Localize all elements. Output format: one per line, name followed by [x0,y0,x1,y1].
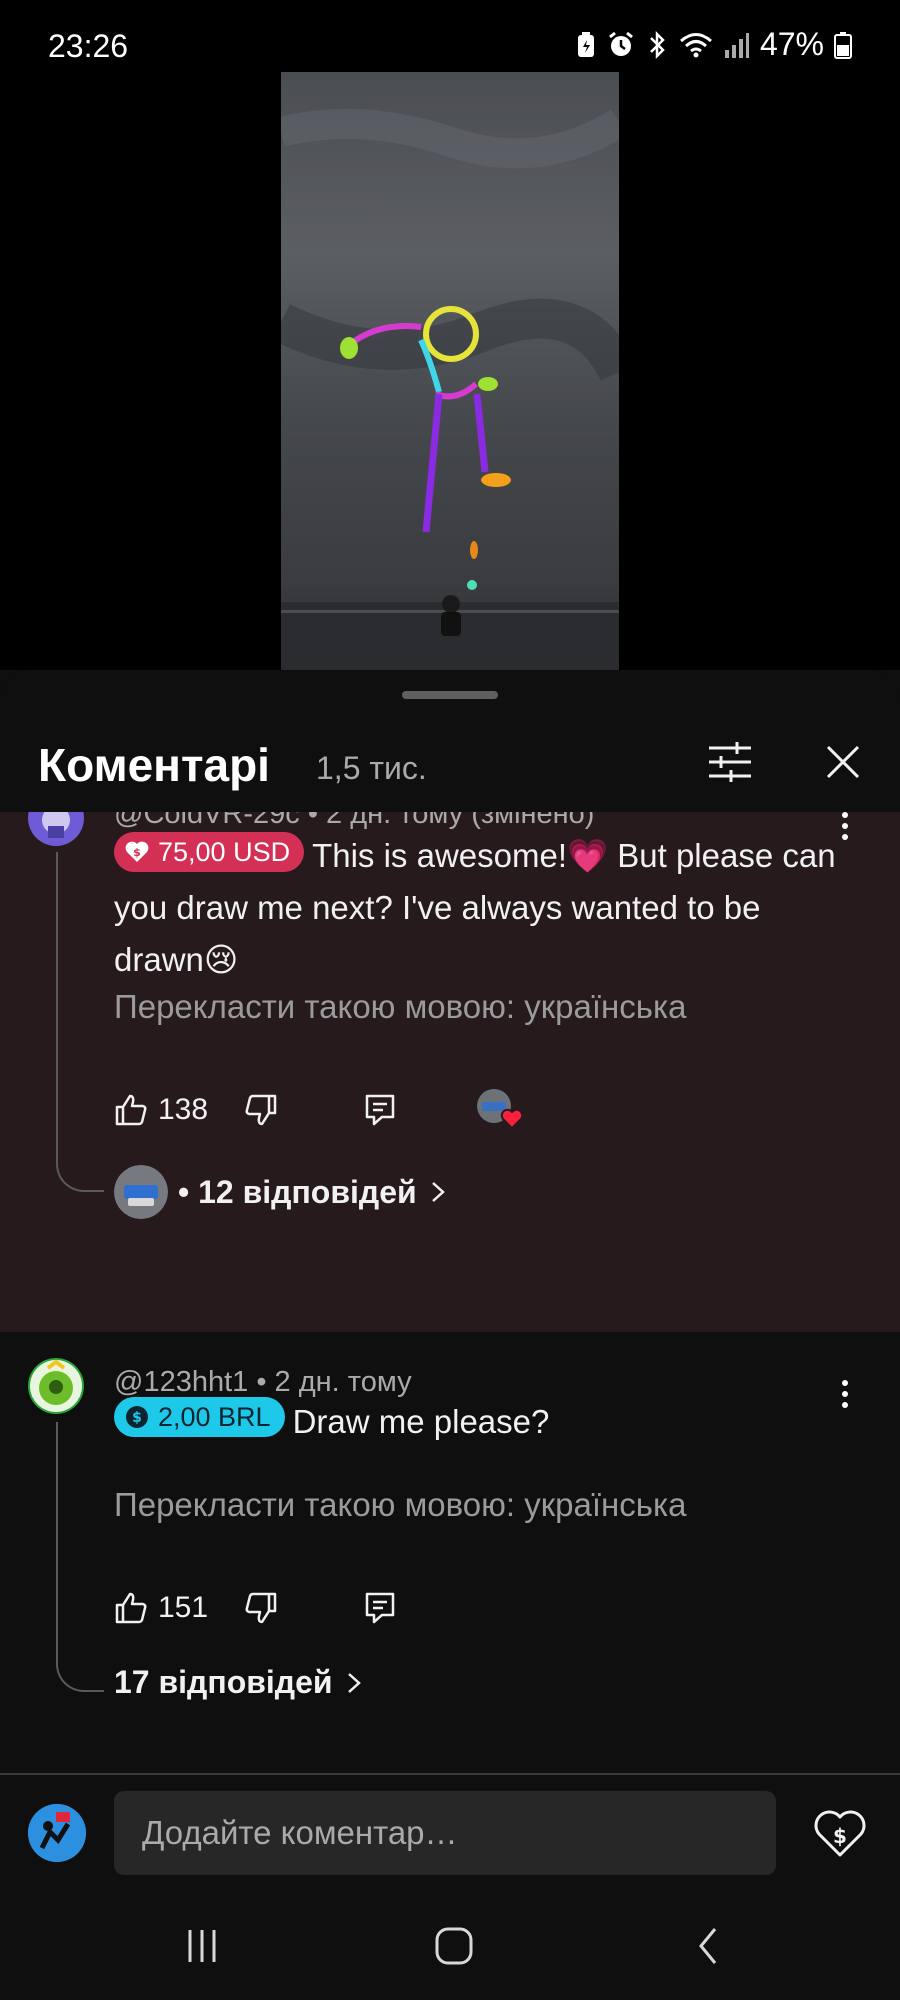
avatar-image [42,812,70,838]
svg-text:$: $ [133,846,141,859]
avatar[interactable] [28,812,84,846]
comment-thread: @ColdVR-29c • 2 дн. тому (змінено) $ 75,… [0,812,900,1332]
comment-body: $ 2,00 BRL Draw me please? [114,1396,854,1448]
svg-text:$: $ [132,1410,142,1426]
thread-line [56,852,104,1192]
like-button[interactable]: 151 [114,1586,208,1630]
creator-heart-icon [477,1089,524,1130]
back-button[interactable] [678,1921,738,1971]
super-thanks-button[interactable]: $ [810,1803,870,1863]
avatar[interactable] [28,1358,84,1414]
view-replies-button[interactable]: • 12 відповідей [114,1165,449,1219]
comment-body: $ 75,00 USD This is awesome!💗 But please… [114,830,854,986]
comment-composer: $ [0,1773,900,1893]
close-button[interactable] [813,732,873,792]
chevron-right-icon [431,1182,445,1202]
close-icon [826,745,860,779]
super-thanks-heart-icon: $ [125,841,149,862]
video-thumbnail[interactable] [281,72,619,670]
thumbs-up-icon [115,1592,147,1624]
super-thanks-icon: $ [814,1810,866,1857]
sheet-header: Коментарі 1,5 тис. [0,710,900,814]
replies-label: • 12 відповідей [178,1173,417,1210]
chevron-right-icon [347,1672,361,1693]
like-count: 138 [158,1093,209,1126]
my-avatar [28,1804,86,1862]
bluetooth-icon [650,30,665,59]
drag-handle[interactable] [402,691,498,699]
sort-filter-button[interactable] [700,732,760,792]
status-time: 23:26 [48,28,129,64]
sliders-icon [709,742,751,782]
system-nav-bar [0,1891,900,2000]
svg-text:$: $ [833,1824,847,1848]
super-thanks-heart-icon: $ [126,1406,148,1428]
comment-text: Draw me please? [292,1403,550,1440]
creator-avatar-image [114,1165,168,1219]
dislike-button[interactable] [244,1088,278,1132]
reply-button[interactable] [364,1088,396,1132]
stick-figure-drawing [281,109,619,670]
battery-icon [834,31,852,59]
thumbs-down-icon [245,1094,277,1126]
creator-heart-badge [474,1088,524,1132]
alarm-icon [609,31,633,56]
thumbs-up-icon [115,1094,147,1126]
avatar-image [30,1359,82,1412]
translate-link[interactable]: Перекласти такою мовою: українська [114,1486,686,1524]
status-bar: 23:26 47% [0,0,900,70]
home-icon [435,1927,473,1965]
thread-line [56,1422,104,1692]
battery-saver-icon [577,31,594,57]
super-thanks-chip: $ 2,00 BRL [114,1397,285,1437]
recent-apps-button[interactable] [172,1921,232,1971]
dislike-button[interactable] [244,1586,278,1630]
recent-apps-icon [188,1930,216,1962]
reply-button[interactable] [364,1586,396,1630]
sheet-title: Коментарі [38,739,270,791]
super-thanks-chip: $ 75,00 USD [114,832,305,872]
super-thanks-amount: 75,00 USD [158,837,291,867]
creator-avatar [114,1165,168,1219]
status-icons: 47% [576,26,852,63]
signal-icon [724,32,749,58]
reply-icon [365,1094,395,1126]
thumbs-down-icon [245,1592,277,1624]
video-player[interactable] [0,70,900,670]
translate-link[interactable]: Перекласти такою мовою: українська [114,988,686,1026]
comment-thread: @123hht1 • 2 дн. тому $ 2,00 BRL Draw me… [0,1332,900,1700]
super-thanks-amount: 2,00 BRL [158,1402,271,1432]
home-button[interactable] [424,1921,484,1971]
wifi-icon [679,32,712,57]
replies-label: 17 відповідей [114,1664,333,1700]
my-avatar-image [28,1804,86,1862]
back-icon [699,1928,717,1964]
comment-input[interactable] [114,1791,776,1875]
battery-percent: 47% [759,26,824,62]
reply-icon [365,1592,395,1624]
view-replies-button[interactable]: 17 відповідей [114,1664,365,1701]
comment-count: 1,5 тис. [316,750,427,786]
like-button[interactable]: 138 [114,1088,208,1132]
like-count: 151 [158,1591,209,1624]
